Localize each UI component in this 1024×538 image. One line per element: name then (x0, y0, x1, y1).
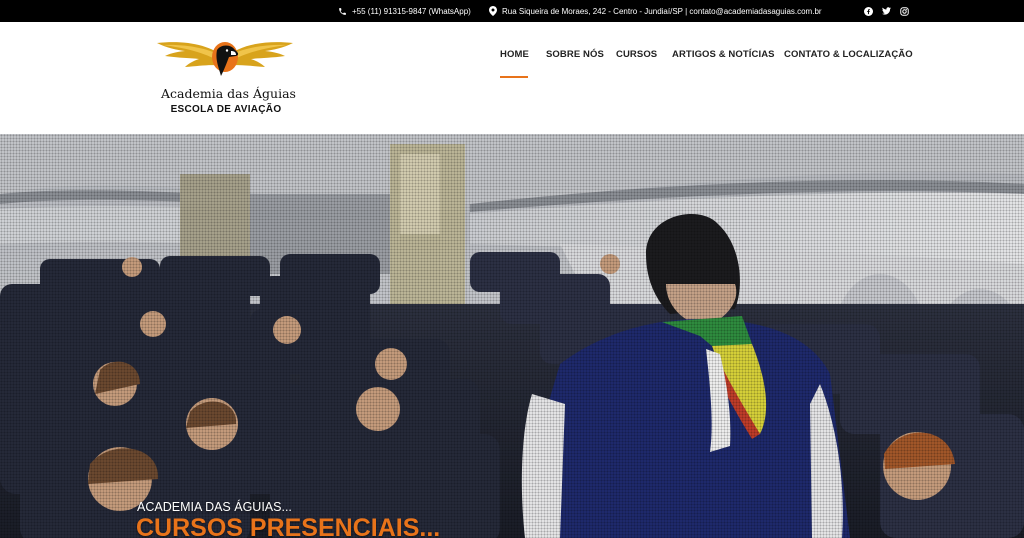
social-links (864, 0, 909, 22)
nav-item-sobre-nos[interactable]: SOBRE NÓS (546, 49, 604, 60)
nav-active-indicator (500, 76, 528, 78)
facebook-icon[interactable] (864, 6, 873, 16)
twitter-icon[interactable] (882, 7, 891, 15)
eagle-wings-emblem (157, 42, 293, 76)
halftone-overlay (0, 134, 1024, 538)
brand-subtitle: ESCOLA DE AVIAÇÃO (170, 104, 282, 115)
brand-name: Academia das Águias (161, 86, 296, 101)
nav-item-artigos-noticias[interactable]: ARTIGOS & NOTÍCIAS (672, 49, 775, 60)
phone-text: +55 (11) 91315-9847 (WhatsApp) (352, 6, 471, 16)
brand-logo[interactable]: Academia das Águias ESCOLA DE AVIAÇÃO (155, 38, 296, 122)
site-header: Academia das Águias ESCOLA DE AVIAÇÃO HO… (0, 22, 1024, 134)
instagram-icon[interactable] (900, 6, 909, 16)
phone-icon (339, 7, 346, 15)
top-bar: +55 (11) 91315-9847 (WhatsApp) Rua Sique… (0, 0, 1024, 22)
phone-contact[interactable]: +55 (11) 91315-9847 (WhatsApp) (338, 0, 471, 22)
nav-item-cursos[interactable]: CURSOS (616, 49, 657, 60)
address-text: Rua Siqueira de Moraes, 242 - Centro - J… (502, 6, 822, 16)
hero-headline: CURSOS PRESENCIAIS... (136, 514, 441, 538)
address-contact[interactable]: Rua Siqueira de Moraes, 242 - Centro - J… (489, 0, 822, 22)
map-pin-icon (489, 6, 497, 16)
nav-item-contato-localizacao[interactable]: CONTATO & LOCALIZAÇÃO (784, 49, 913, 60)
hero-kicker: ACADEMIA DAS ÁGUIAS... (137, 500, 292, 514)
nav-item-home[interactable]: HOME (500, 49, 529, 60)
hero-banner: ACADEMIA DAS ÁGUIAS... CURSOS PRESENCIAI… (0, 134, 1024, 538)
